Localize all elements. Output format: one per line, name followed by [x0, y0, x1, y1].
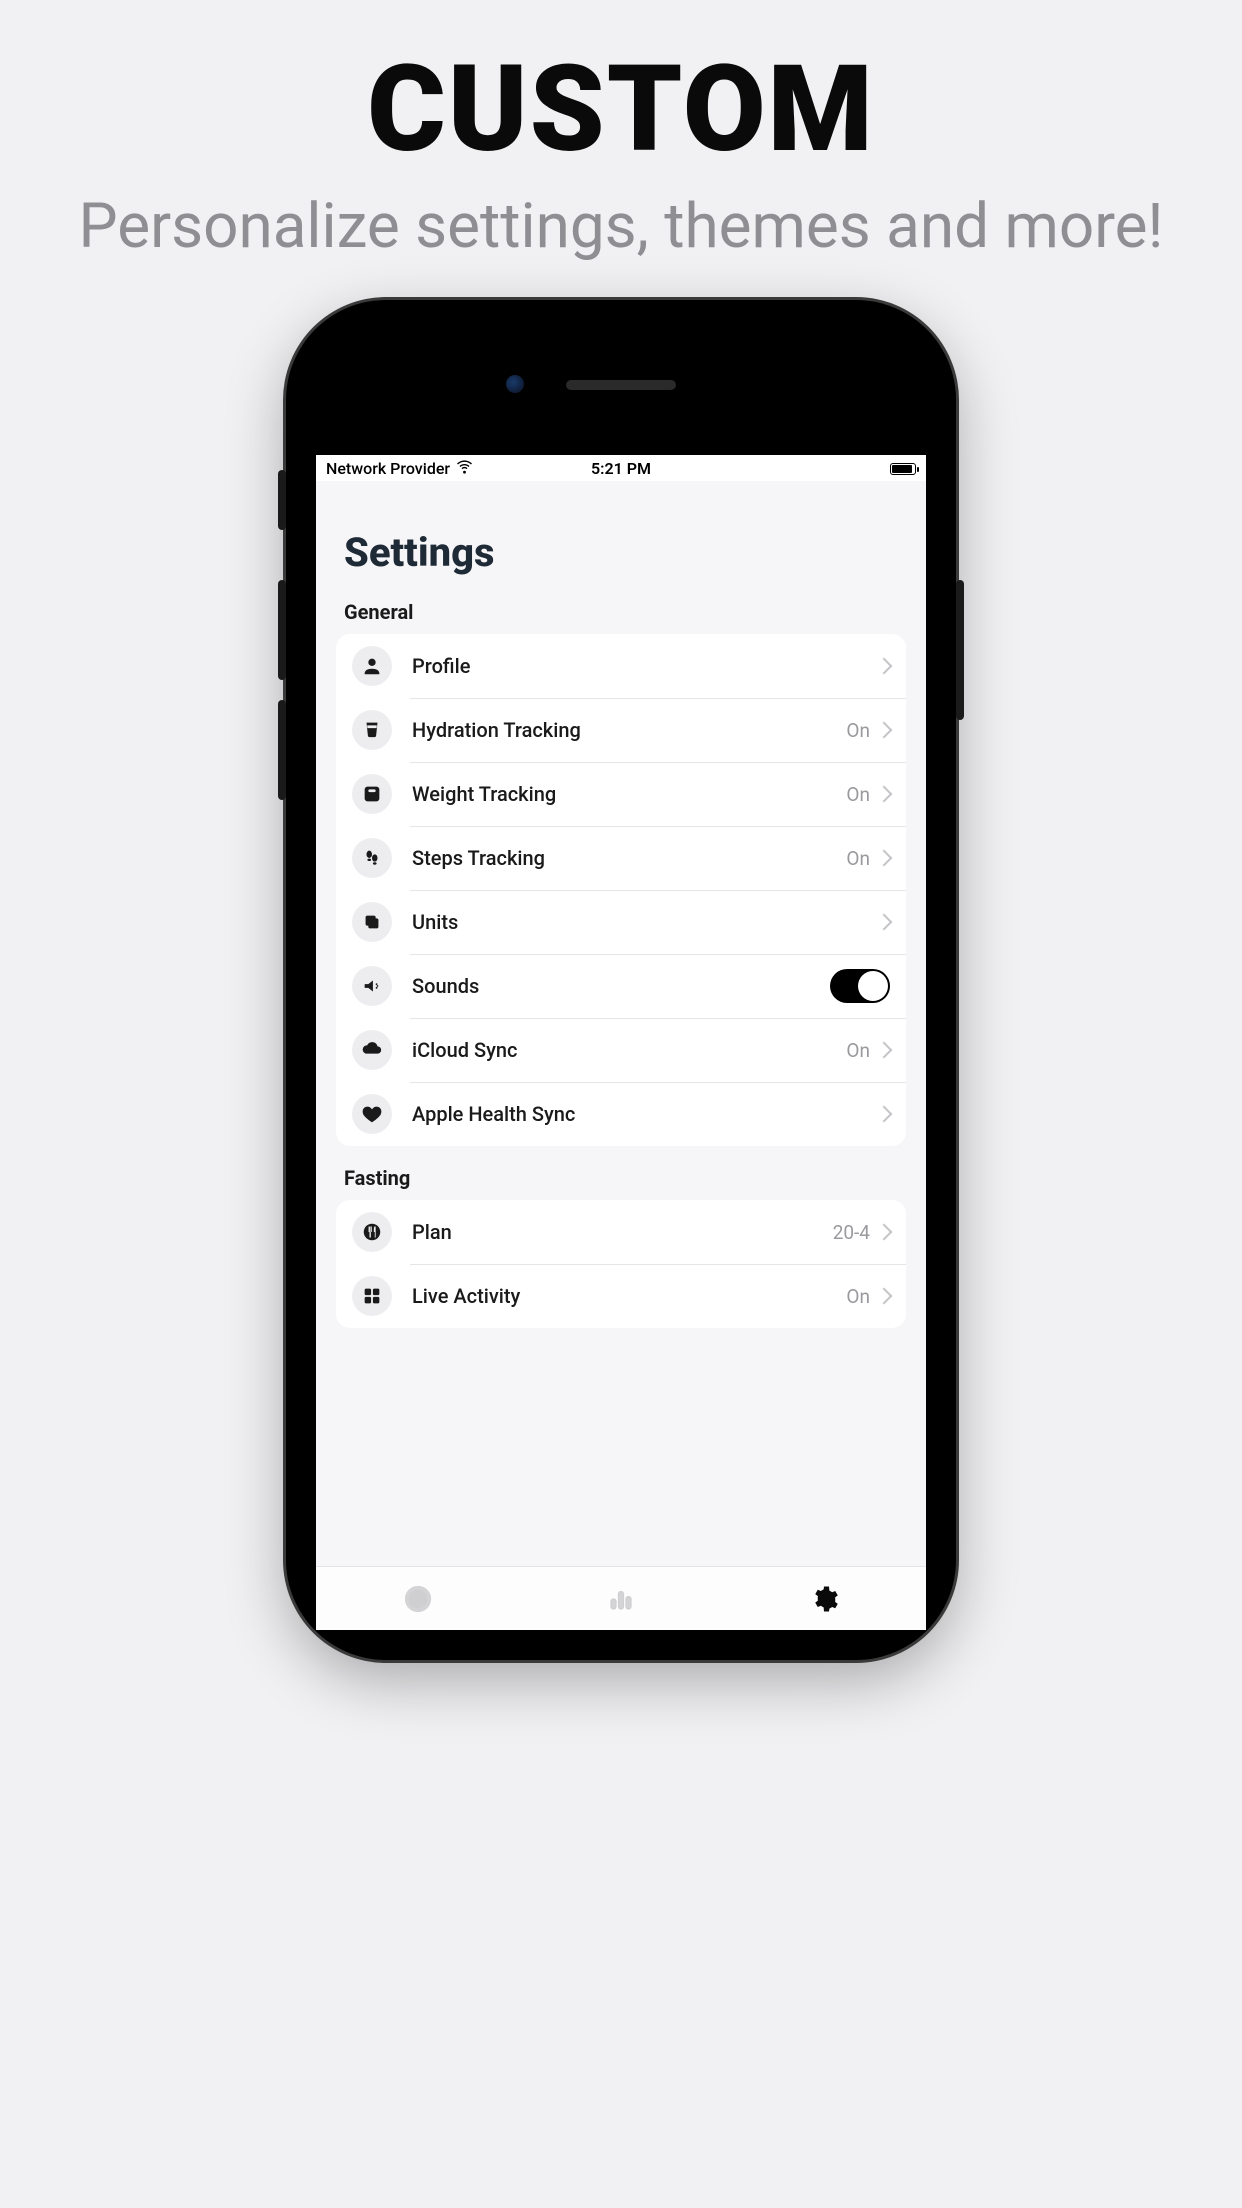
row-icloud[interactable]: iCloud Sync On [336, 1018, 906, 1082]
cloud-icon [352, 1030, 392, 1070]
chevron-right-icon [876, 1106, 893, 1123]
heart-icon [352, 1094, 392, 1134]
row-label: Hydration Tracking [412, 718, 846, 742]
battery-icon [890, 459, 916, 478]
row-weight[interactable]: Weight Tracking On [336, 762, 906, 826]
row-live-activity[interactable]: Live Activity On [336, 1264, 906, 1328]
row-steps[interactable]: Steps Tracking On [336, 826, 906, 890]
row-label: Sounds [412, 974, 830, 998]
tab-stats[interactable] [519, 1567, 722, 1630]
phone-frame: Network Provider 5:21 PM Settings Genera… [286, 300, 956, 1660]
row-units[interactable]: Units [336, 890, 906, 954]
section-header-fasting: Fasting [344, 1166, 898, 1190]
status-bar: Network Provider 5:21 PM [316, 455, 926, 481]
row-label: iCloud Sync [412, 1038, 846, 1062]
row-value: On [846, 1285, 870, 1308]
chevron-right-icon [876, 1224, 893, 1241]
tab-timer[interactable] [316, 1567, 519, 1630]
volume-up-button [278, 580, 286, 680]
tab-settings[interactable] [723, 1567, 926, 1630]
screen: Network Provider 5:21 PM Settings Genera… [316, 455, 926, 1630]
section-header-general: General [344, 600, 898, 624]
settings-scroll[interactable]: Settings General Profile Hydration Track… [316, 481, 926, 1566]
speaker-icon [352, 966, 392, 1006]
row-value: On [846, 847, 870, 870]
sounds-toggle[interactable] [830, 969, 890, 1003]
chevron-right-icon [876, 850, 893, 867]
volume-down-button [278, 700, 286, 800]
page-title: Settings [344, 529, 898, 576]
grid-icon [352, 1276, 392, 1316]
carrier-label: Network Provider [326, 459, 450, 478]
chevron-right-icon [876, 1042, 893, 1059]
fasting-card: Plan 20-4 Live Activity On [336, 1200, 906, 1328]
scale-icon [352, 774, 392, 814]
row-value: On [846, 1039, 870, 1062]
earpiece [566, 380, 676, 390]
row-value: On [846, 783, 870, 806]
row-label: Live Activity [412, 1284, 846, 1308]
general-card: Profile Hydration Tracking On Weight Tra [336, 634, 906, 1146]
person-icon [352, 646, 392, 686]
chevron-right-icon [876, 914, 893, 931]
tab-bar [316, 1566, 926, 1630]
marketing-headline: CUSTOM [0, 40, 1242, 180]
row-label: Apple Health Sync [412, 1102, 878, 1126]
stack-icon [352, 902, 392, 942]
marketing-subhead: Personalize settings, themes and more! [0, 190, 1242, 264]
row-plan[interactable]: Plan 20-4 [336, 1200, 906, 1264]
cup-icon [352, 710, 392, 750]
row-label: Plan [412, 1220, 833, 1244]
row-label: Profile [412, 654, 878, 678]
chevron-right-icon [876, 786, 893, 803]
footsteps-icon [352, 838, 392, 878]
chevron-right-icon [876, 722, 893, 739]
utensils-icon [352, 1212, 392, 1252]
row-profile[interactable]: Profile [336, 634, 906, 698]
mute-switch [278, 470, 286, 530]
front-camera [506, 375, 524, 393]
row-value: 20-4 [833, 1221, 870, 1244]
chevron-right-icon [876, 658, 893, 675]
row-sounds[interactable]: Sounds [336, 954, 906, 1018]
wifi-icon [456, 458, 473, 479]
clock-label: 5:21 PM [591, 459, 651, 478]
chevron-right-icon [876, 1288, 893, 1305]
row-label: Units [412, 910, 878, 934]
row-hydration[interactable]: Hydration Tracking On [336, 698, 906, 762]
marketing-banner: CUSTOM Personalize settings, themes and … [0, 0, 1242, 264]
row-label: Weight Tracking [412, 782, 846, 806]
row-health[interactable]: Apple Health Sync [336, 1082, 906, 1146]
power-button [956, 580, 964, 720]
row-value: On [846, 719, 870, 742]
row-label: Steps Tracking [412, 846, 846, 870]
